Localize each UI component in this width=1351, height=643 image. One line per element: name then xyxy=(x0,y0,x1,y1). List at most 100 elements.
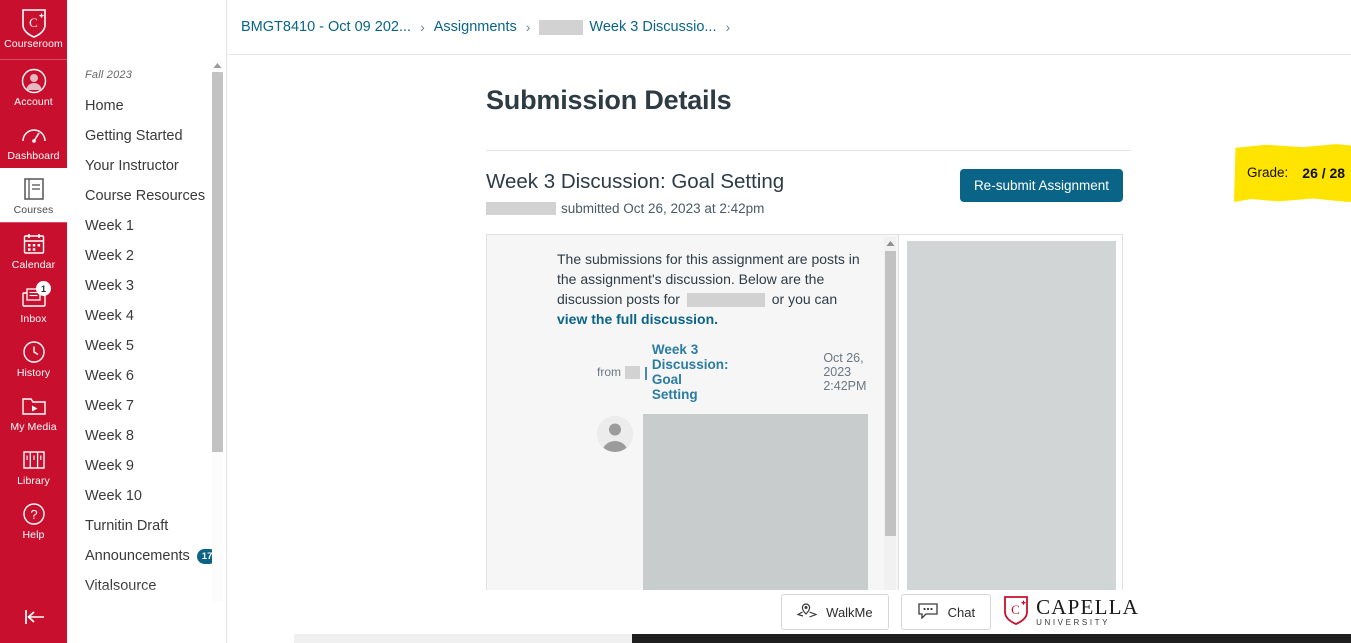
course-nav-item-announcements[interactable]: Announcements 17 xyxy=(67,541,226,571)
breadcrumb-item-assignment[interactable]: Week 3 Discussio... xyxy=(539,19,716,35)
course-nav-item-week-5[interactable]: Week 5 xyxy=(67,331,226,361)
global-navigation-rail: C Courseroom Account Dashboard Courses C… xyxy=(0,0,67,643)
logo-sub-text: UNIVERSITY xyxy=(1036,618,1111,627)
page-header: Submission Details xyxy=(227,55,1351,116)
main-content-area: BMGT8410 - Oct 09 202... › Assignments ›… xyxy=(227,0,1351,643)
rail-item-label: Dashboard xyxy=(7,150,60,162)
rail-item-calendar[interactable]: Calendar xyxy=(0,223,67,277)
scroll-up-arrow-icon[interactable] xyxy=(212,60,223,71)
grade-value: 26 / 28 xyxy=(1302,164,1346,181)
rail-item-label: Courseroom xyxy=(4,38,63,50)
course-navigation-sidebar: Fall 2023 Home Getting Started Your Inst… xyxy=(67,0,227,643)
course-nav-label: Week 10 xyxy=(85,487,142,504)
course-nav-label: Getting Started xyxy=(85,127,183,144)
breadcrumb-separator: › xyxy=(420,19,425,35)
course-nav-item-week-2[interactable]: Week 2 xyxy=(67,241,226,271)
account-avatar-icon xyxy=(19,67,49,94)
breadcrumb-item-course[interactable]: BMGT8410 - Oct 09 202... xyxy=(241,19,411,35)
redacted-content xyxy=(539,19,584,35)
rail-item-label: My Media xyxy=(10,421,57,433)
intro-text-part2: or you can xyxy=(771,291,838,307)
rail-item-help[interactable]: ? Help xyxy=(0,493,67,547)
rail-item-courseroom[interactable]: C Courseroom xyxy=(0,0,67,59)
scroll-up-arrow-icon[interactable] xyxy=(884,237,896,250)
course-nav-label: Week 4 xyxy=(85,307,134,324)
course-nav-item-course-resources[interactable]: Course Resources xyxy=(67,181,226,211)
course-nav-item-your-instructor[interactable]: Your Instructor xyxy=(67,151,226,181)
grade-label: Grade: xyxy=(1247,165,1289,180)
course-nav-label: Your Instructor xyxy=(85,157,179,174)
walkme-button[interactable]: WalkMe xyxy=(781,594,889,630)
course-nav-item-week-8[interactable]: Week 8 xyxy=(67,421,226,451)
course-nav-scrollbar-thumb[interactable] xyxy=(212,72,223,452)
help-question-icon: ? xyxy=(19,500,49,527)
course-nav-label: Week 9 xyxy=(85,457,134,474)
redacted-panel-content xyxy=(907,241,1116,607)
course-nav-item-week-3[interactable]: Week 3 xyxy=(67,271,226,301)
capella-university-logo: C CAPELLA UNIVERSITY xyxy=(1003,595,1139,630)
rail-item-label: Inbox xyxy=(20,313,47,325)
courses-book-icon xyxy=(19,175,49,202)
rail-item-library[interactable]: Library xyxy=(0,439,67,493)
rail-item-history[interactable]: History xyxy=(0,331,67,385)
rail-item-label: History xyxy=(16,367,51,379)
course-nav-label: Home xyxy=(85,97,124,114)
course-nav-item-week-10[interactable]: Week 10 xyxy=(67,481,226,511)
course-nav-item-week-9[interactable]: Week 9 xyxy=(67,451,226,481)
collapse-left-icon[interactable] xyxy=(0,601,67,633)
rail-item-inbox[interactable]: 1 Inbox xyxy=(0,277,67,331)
discussion-post-title-link[interactable]: Week 3 Discussion: Goal Setting xyxy=(652,342,731,402)
submission-preview-panels: The submissions for this assignment are … xyxy=(486,234,1123,614)
course-nav-item-turnitin-draft[interactable]: Turnitin Draft xyxy=(67,511,226,541)
course-nav-item-home[interactable]: Home xyxy=(67,91,226,121)
panel-scrollbar-thumb[interactable] xyxy=(885,251,896,536)
breadcrumb-item-assignments[interactable]: Assignments xyxy=(434,19,517,35)
rail-item-dashboard[interactable]: Dashboard xyxy=(0,114,67,168)
rail-item-account[interactable]: Account xyxy=(0,60,67,114)
library-books-icon xyxy=(19,446,49,473)
page-content-scroll: Submission Details Grade: 26 / 28 Week 3… xyxy=(227,55,1351,643)
course-nav-label: Vitalsource xyxy=(85,577,157,594)
chat-button[interactable]: Chat xyxy=(900,594,992,630)
chat-bubble-icon xyxy=(917,602,939,622)
course-nav-item-vitalsource[interactable]: Vitalsource xyxy=(67,571,226,601)
view-full-discussion-link[interactable]: view the full discussion. xyxy=(557,311,718,327)
walkme-label: WalkMe xyxy=(826,604,873,620)
discussion-posts-inner: The submissions for this assignment are … xyxy=(487,235,898,613)
rail-item-label: Help xyxy=(22,529,45,541)
horizontal-scrollbar-track[interactable] xyxy=(294,634,1351,643)
discussion-posts-panel: The submissions for this assignment are … xyxy=(486,234,899,614)
course-nav-label: Week 2 xyxy=(85,247,134,264)
course-nav-item-week-6[interactable]: Week 6 xyxy=(67,361,226,391)
course-nav-label: Course Resources xyxy=(85,187,206,204)
course-nav-label: Week 7 xyxy=(85,397,134,414)
rubric-side-panel xyxy=(899,234,1123,614)
redacted-student-name xyxy=(686,293,765,308)
course-nav-label: Turnitin Draft xyxy=(85,517,169,534)
horizontal-scrollbar-thumb[interactable] xyxy=(294,634,632,643)
course-nav-item-week-4[interactable]: Week 4 xyxy=(67,301,226,331)
course-nav-label: Week 6 xyxy=(85,367,134,384)
rail-item-label: Courses xyxy=(13,204,54,216)
course-nav-label: Week 1 xyxy=(85,217,134,234)
course-nav-item-week-1[interactable]: Week 1 xyxy=(67,211,226,241)
post-separator: | xyxy=(644,364,648,380)
redacted-author-name xyxy=(625,365,641,379)
course-nav-item-week-7[interactable]: Week 7 xyxy=(67,391,226,421)
inbox-unread-badge: 1 xyxy=(36,281,51,296)
submission-intro-text: The submissions for this assignment are … xyxy=(557,249,868,329)
rail-item-courses[interactable]: Courses xyxy=(0,168,67,222)
rail-item-my-media[interactable]: My Media xyxy=(0,385,67,439)
course-nav-label: Announcements xyxy=(85,547,190,564)
grade-display: Grade: 26 / 28 xyxy=(1234,143,1351,202)
course-nav-item-getting-started[interactable]: Getting Started xyxy=(67,121,226,151)
logo-main-text: CAPELLA xyxy=(1036,595,1139,619)
chat-label: Chat xyxy=(947,604,976,620)
re-submit-assignment-button[interactable]: Re-submit Assignment xyxy=(959,169,1123,202)
svg-text:C: C xyxy=(29,15,38,30)
breadcrumb-bar: BMGT8410 - Oct 09 202... › Assignments ›… xyxy=(227,0,1351,55)
rail-item-label: Library xyxy=(17,475,50,487)
capella-wordmark: CAPELLA UNIVERSITY xyxy=(1036,597,1139,627)
walkme-pin-icon xyxy=(796,602,818,622)
calendar-icon xyxy=(19,230,49,257)
